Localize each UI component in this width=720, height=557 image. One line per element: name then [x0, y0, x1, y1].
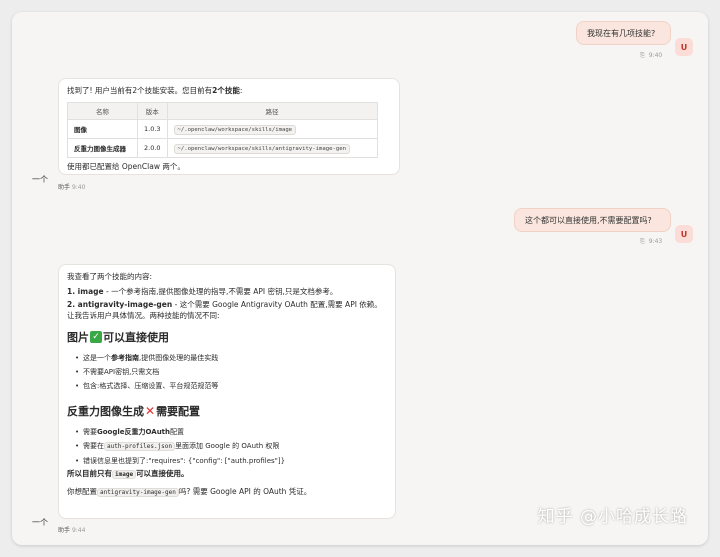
assistant-intro: 找到了! 用户当前有2个技能安装。您目前有2个技能: — [67, 86, 243, 95]
copy-icon[interactable]: ⎘ — [640, 52, 645, 59]
message-meta: ⎘ 9:43 — [640, 238, 662, 246]
summary-line: 所以目前只有 image 可以直接使用。 — [67, 469, 189, 479]
table-row: 图像 1.0.3 ~/.openclaw/workspace/skills/im… — [67, 119, 378, 139]
section-antigravity-list: 需要Google反重力OAuth配置 需要在auth-profiles.json… — [75, 425, 387, 468]
copy-icon[interactable]: ⎘ — [640, 238, 645, 245]
assistant-message-bubble: 找到了! 用户当前有2个技能安装。您目前有2个技能: 名称 版本 路径 图像 1… — [58, 78, 400, 175]
skill-version: 2.0.0 — [137, 138, 168, 158]
section-image-list: 这是一个参考指南,提供图像处理的最佳实践 不需要API密钥,只需文档 包含:格式… — [75, 351, 387, 393]
user-avatar: U — [675, 225, 693, 243]
watermark: 知乎 @小哈成长路 — [537, 507, 688, 527]
user-message-bubble: 这个都可以直接使用,不需要配置吗? — [514, 208, 671, 232]
list-item: 这是一个参考指南,提供图像处理的最佳实践 — [75, 351, 387, 365]
item-2: 2. antigravity-image-gen - 这个需要 Google A… — [67, 300, 382, 309]
message-time: 9:40 — [71, 184, 86, 191]
skill-version: 1.0.3 — [137, 119, 168, 139]
check-icon: ✓ — [90, 331, 102, 343]
inline-code: antigravity-image-gen — [97, 488, 179, 497]
column-header: 名称 — [67, 102, 138, 120]
table-row: 反重力图像生成器 2.0.0 ~/.openclaw/workspace/ski… — [67, 138, 378, 158]
cross-icon: ✕ — [145, 404, 156, 418]
assistant-footer: 使用都已配置给 OpenClaw 两个。 — [67, 162, 185, 171]
section-heading-antigravity: 反重力图像生成 ✕ 需要配置 — [67, 404, 201, 418]
skill-name: 图像 — [74, 126, 87, 134]
message-meta: 助手 9:40 — [58, 182, 85, 191]
section-heading-image: 图片 ✓ 可以直接使用 — [67, 331, 169, 344]
skill-name: 反重力图像生成器 — [74, 145, 126, 153]
side-label: 一个 — [32, 518, 48, 527]
author-label: 助手 — [58, 527, 71, 534]
skills-table: 名称 版本 路径 图像 1.0.3 ~/.openclaw/workspace/… — [67, 102, 378, 158]
item-2-tail: 让我告诉用户具体情况。两种技能的情况不同: — [67, 311, 220, 320]
column-header: 版本 — [137, 102, 168, 120]
message-meta: 助手 9:44 — [58, 525, 85, 534]
list-item: 需要在auth-profiles.json里面添加 Google 的 OAuth… — [75, 439, 387, 454]
skill-path: ~/.openclaw/workspace/skills/antigravity… — [173, 144, 350, 154]
column-header: 路径 — [166, 102, 378, 120]
skill-path: ~/.openclaw/workspace/skills/image — [173, 125, 297, 135]
message-time: 9:40 — [648, 52, 663, 59]
inline-code: image — [112, 470, 137, 479]
list-item: 需要Google反重力OAuth配置 — [75, 425, 387, 439]
message-time: 9:43 — [648, 238, 663, 245]
message-meta: ⎘ 9:40 — [640, 52, 662, 60]
list-item: 包含:格式选择、压缩设置、平台规范规范等 — [75, 379, 387, 393]
assistant-intro: 我查看了两个技能的内容: — [67, 272, 153, 281]
table-header-row: 名称 版本 路径 — [67, 102, 378, 120]
list-item: 错误信息里也提到了:"requires": {"config": ["auth.… — [75, 454, 387, 468]
author-label: 助手 — [58, 184, 71, 191]
assistant-message-bubble: 我查看了两个技能的内容: 1. image - 一个参考指南,提供图像处理的指导… — [58, 264, 396, 519]
user-message-text: 这个都可以直接使用,不需要配置吗? — [525, 215, 652, 225]
message-time: 9:44 — [71, 527, 86, 534]
closing-line: 你想配置 antigravity-image-gen 吗? 需要 Google AP… — [67, 487, 312, 497]
user-message-bubble: 我现在有几项技能? — [576, 21, 671, 45]
list-item: 不需要API密钥,只需文档 — [75, 365, 387, 379]
inline-code: auth-profiles.json — [104, 442, 176, 451]
user-avatar: U — [675, 38, 693, 56]
user-message-text: 我现在有几项技能? — [587, 28, 656, 38]
item-1: 1. image - 一个参考指南,提供图像处理的指导,不需要 API 密钥,只… — [67, 287, 338, 296]
side-label: 一个 — [32, 175, 48, 184]
chat-window: 我现在有几项技能? U ⎘ 9:40 找到了! 用户当前有2个技能安装。您目前有… — [12, 12, 708, 545]
